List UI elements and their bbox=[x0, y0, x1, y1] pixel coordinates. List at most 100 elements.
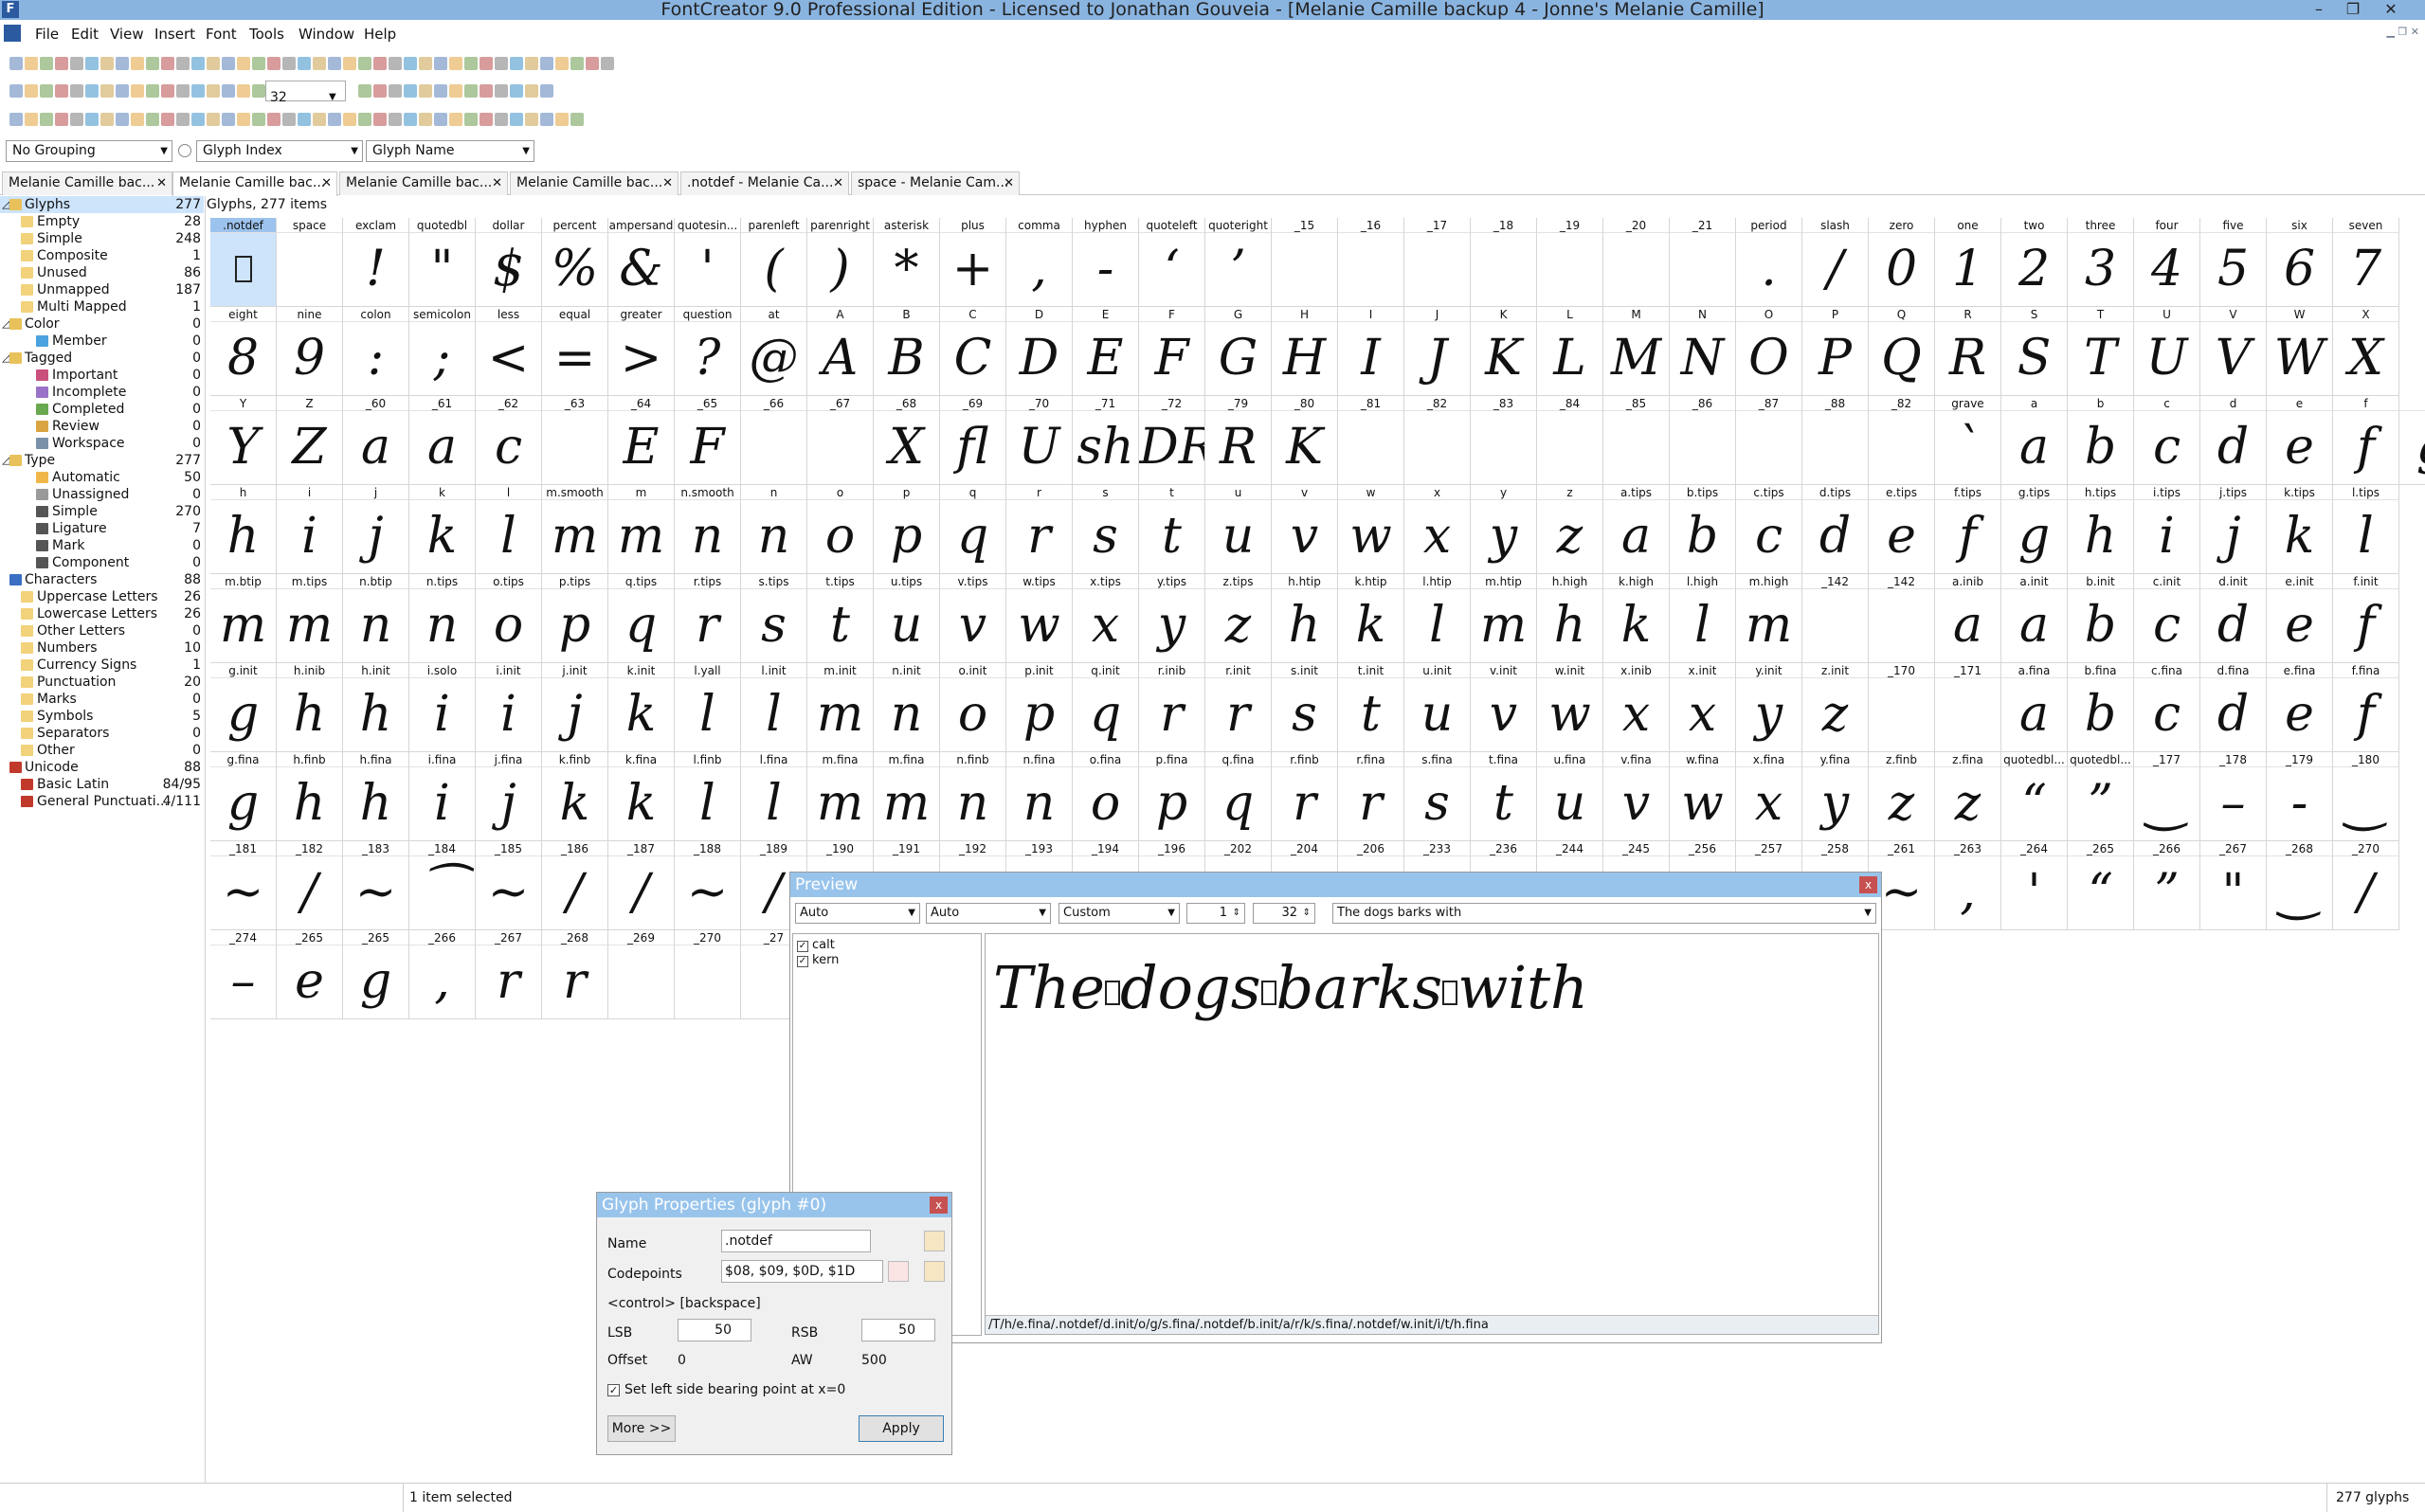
glyph-cell[interactable]: slash / bbox=[1802, 218, 1869, 307]
glyph-cell[interactable]: comma, bbox=[1006, 218, 1073, 307]
toolbar-button-icon[interactable] bbox=[116, 113, 129, 126]
glyph-cell[interactable]: l.fina l bbox=[741, 752, 807, 841]
close-tab-icon[interactable]: ✕ bbox=[662, 172, 673, 194]
glyph-cell[interactable]: f.fina f bbox=[2333, 663, 2399, 752]
toolbar-button-icon[interactable] bbox=[570, 57, 584, 70]
toolbar-button-icon[interactable] bbox=[358, 84, 371, 98]
toolbar-button-icon[interactable] bbox=[100, 84, 114, 98]
glyph-cell[interactable]: _19 bbox=[1537, 218, 1603, 307]
close-tab-icon[interactable]: ✕ bbox=[1004, 172, 1014, 194]
glyph-cell[interactable]: II bbox=[1338, 307, 1404, 396]
glyph-cell[interactable]: e.init e bbox=[2267, 574, 2333, 663]
app-icon[interactable]: F bbox=[2, 1, 19, 18]
tree-item[interactable]: Empty 28 bbox=[0, 213, 204, 230]
rsb-field[interactable]: 50 bbox=[861, 1319, 935, 1341]
glyph-cell[interactable]: s.fina s bbox=[1404, 752, 1471, 841]
glyph-cell[interactable]: ee bbox=[2267, 396, 2333, 485]
glyph-cell[interactable]: n.btip n bbox=[343, 574, 409, 663]
glyph-cell[interactable]: j.init j bbox=[542, 663, 608, 752]
language-select[interactable]: Auto ▼ bbox=[926, 903, 1051, 924]
glyph-cell[interactable]: ss bbox=[1073, 485, 1139, 574]
glyph-cell[interactable]: KK bbox=[1471, 307, 1537, 396]
glyph-cell[interactable]: _266, bbox=[409, 930, 476, 1019]
glyph-cell[interactable]: _68 X bbox=[874, 396, 940, 485]
glyph-cell[interactable]: l.init l bbox=[741, 663, 807, 752]
glyph-cell[interactable]: PP bbox=[1802, 307, 1869, 396]
codepoints-field[interactable]: $08, $09, $0D, $1D bbox=[721, 1260, 883, 1283]
mode-select[interactable]: Custom ▼ bbox=[1059, 903, 1180, 924]
tree-item[interactable]: Punctuation 20 bbox=[0, 674, 204, 691]
glyph-cell[interactable]: v.init v bbox=[1471, 663, 1537, 752]
glyph-cell[interactable]: UU bbox=[2134, 307, 2200, 396]
glyph-cell[interactable]: zz bbox=[1537, 485, 1603, 574]
glyph-cell[interactable]: e.tips e bbox=[1869, 485, 1935, 574]
glyph-cell[interactable]: g.tips g bbox=[2001, 485, 2068, 574]
close-icon[interactable]: x bbox=[930, 1197, 948, 1214]
glyph-cell[interactable]: GG bbox=[1205, 307, 1272, 396]
glyph-cell[interactable]: k.finb k bbox=[542, 752, 608, 841]
glyph-cell[interactable]: _64 E bbox=[608, 396, 675, 485]
glyph-cell[interactable]: _186 / bbox=[542, 841, 608, 930]
preview-text-input[interactable]: The dogs barks with ▼ bbox=[1332, 903, 1876, 924]
glyph-cell[interactable]: question? bbox=[675, 307, 741, 396]
glyph-cell[interactable]: _86 bbox=[1670, 396, 1736, 485]
glyph-cell[interactable]: l.finb l bbox=[675, 752, 741, 841]
edit-codepoints-icon[interactable] bbox=[924, 1261, 945, 1282]
toolbar-button-icon[interactable] bbox=[161, 57, 174, 70]
glyph-cell[interactable]: ii bbox=[277, 485, 343, 574]
glyph-cell[interactable]: q.init q bbox=[1073, 663, 1139, 752]
toolbar-button-icon[interactable] bbox=[449, 57, 462, 70]
glyph-cell[interactable]: dd bbox=[2200, 396, 2267, 485]
glyph-cell[interactable]: cc bbox=[2134, 396, 2200, 485]
menu-font[interactable]: Font bbox=[206, 26, 237, 43]
glyph-cell[interactable]: b.fina b bbox=[2068, 663, 2134, 752]
toolbar-button-icon[interactable] bbox=[207, 113, 220, 126]
tree-item[interactable]: Currency Signs 1 bbox=[0, 657, 204, 674]
toolbar-button-icon[interactable] bbox=[191, 113, 205, 126]
tree-item[interactable]: ◿ Color 0 bbox=[0, 315, 204, 333]
toolbar-button-icon[interactable] bbox=[358, 113, 371, 126]
toolbar-button-icon[interactable] bbox=[298, 113, 311, 126]
glyph-cell[interactable]: l.yall l bbox=[675, 663, 741, 752]
glyph-cell[interactable]: y.tips y bbox=[1139, 574, 1205, 663]
glyph-cell[interactable]: h.finb h bbox=[277, 752, 343, 841]
tree-item[interactable]: Important 0 bbox=[0, 367, 204, 384]
script-select[interactable]: Auto ▼ bbox=[795, 903, 920, 924]
glyph-cell[interactable]: FF bbox=[1139, 307, 1205, 396]
glyph-cell[interactable]: h.init h bbox=[343, 663, 409, 752]
toolbar-button-icon[interactable] bbox=[282, 57, 296, 70]
glyph-cell[interactable]: seven 7 bbox=[2333, 218, 2399, 307]
glyph-cell[interactable]: percent% bbox=[542, 218, 608, 307]
toolbar-button-icon[interactable] bbox=[70, 113, 83, 126]
glyph-cell[interactable]: _266 ” bbox=[2134, 841, 2200, 930]
glyph-cell[interactable]: q.fina q bbox=[1205, 752, 1272, 841]
glyph-cell[interactable]: n.tips n bbox=[409, 574, 476, 663]
tab-document-3[interactable]: Melanie Camille bac... ✕ bbox=[339, 171, 508, 195]
toolbar-button-icon[interactable] bbox=[222, 113, 235, 126]
glyph-cell[interactable]: _178 – bbox=[2200, 752, 2267, 841]
toolbar-button-icon[interactable] bbox=[404, 57, 417, 70]
glyph-cell[interactable]: p.tips p bbox=[542, 574, 608, 663]
toolbar-button-icon[interactable] bbox=[540, 84, 553, 98]
glyph-cell[interactable]: RR bbox=[1935, 307, 2001, 396]
glyph-cell[interactable]: JJ bbox=[1404, 307, 1471, 396]
glyph-cell[interactable]: a.inib a bbox=[1935, 574, 2001, 663]
toolbar-button-icon[interactable] bbox=[555, 57, 569, 70]
glyph-cell[interactable]: a.init a bbox=[2001, 574, 2068, 663]
glyph-cell[interactable]: x.tips x bbox=[1073, 574, 1139, 663]
menu-insert[interactable]: Insert bbox=[154, 26, 195, 43]
glyph-cell[interactable]: zero 0 bbox=[1869, 218, 1935, 307]
glyph-cell[interactable]: u.tips u bbox=[874, 574, 940, 663]
toolbar-button-icon[interactable] bbox=[131, 113, 144, 126]
glyph-cell[interactable]: v.fina v bbox=[1603, 752, 1670, 841]
glyph-cell[interactable]: w.fina w bbox=[1670, 752, 1736, 841]
glyph-cell[interactable]: t.init t bbox=[1338, 663, 1404, 752]
glyph-cell[interactable]: ZZ bbox=[277, 396, 343, 485]
toolbar-button-icon[interactable] bbox=[9, 57, 23, 70]
close-tab-icon[interactable]: ✕ bbox=[321, 172, 332, 194]
toolbar-button-icon[interactable] bbox=[510, 113, 523, 126]
feature-checkbox[interactable]: ✓ bbox=[797, 956, 808, 967]
glyph-cell[interactable]: f.init f bbox=[2333, 574, 2399, 663]
glyph-cell[interactable]: d.init d bbox=[2200, 574, 2267, 663]
toolbar-button-icon[interactable] bbox=[540, 57, 553, 70]
